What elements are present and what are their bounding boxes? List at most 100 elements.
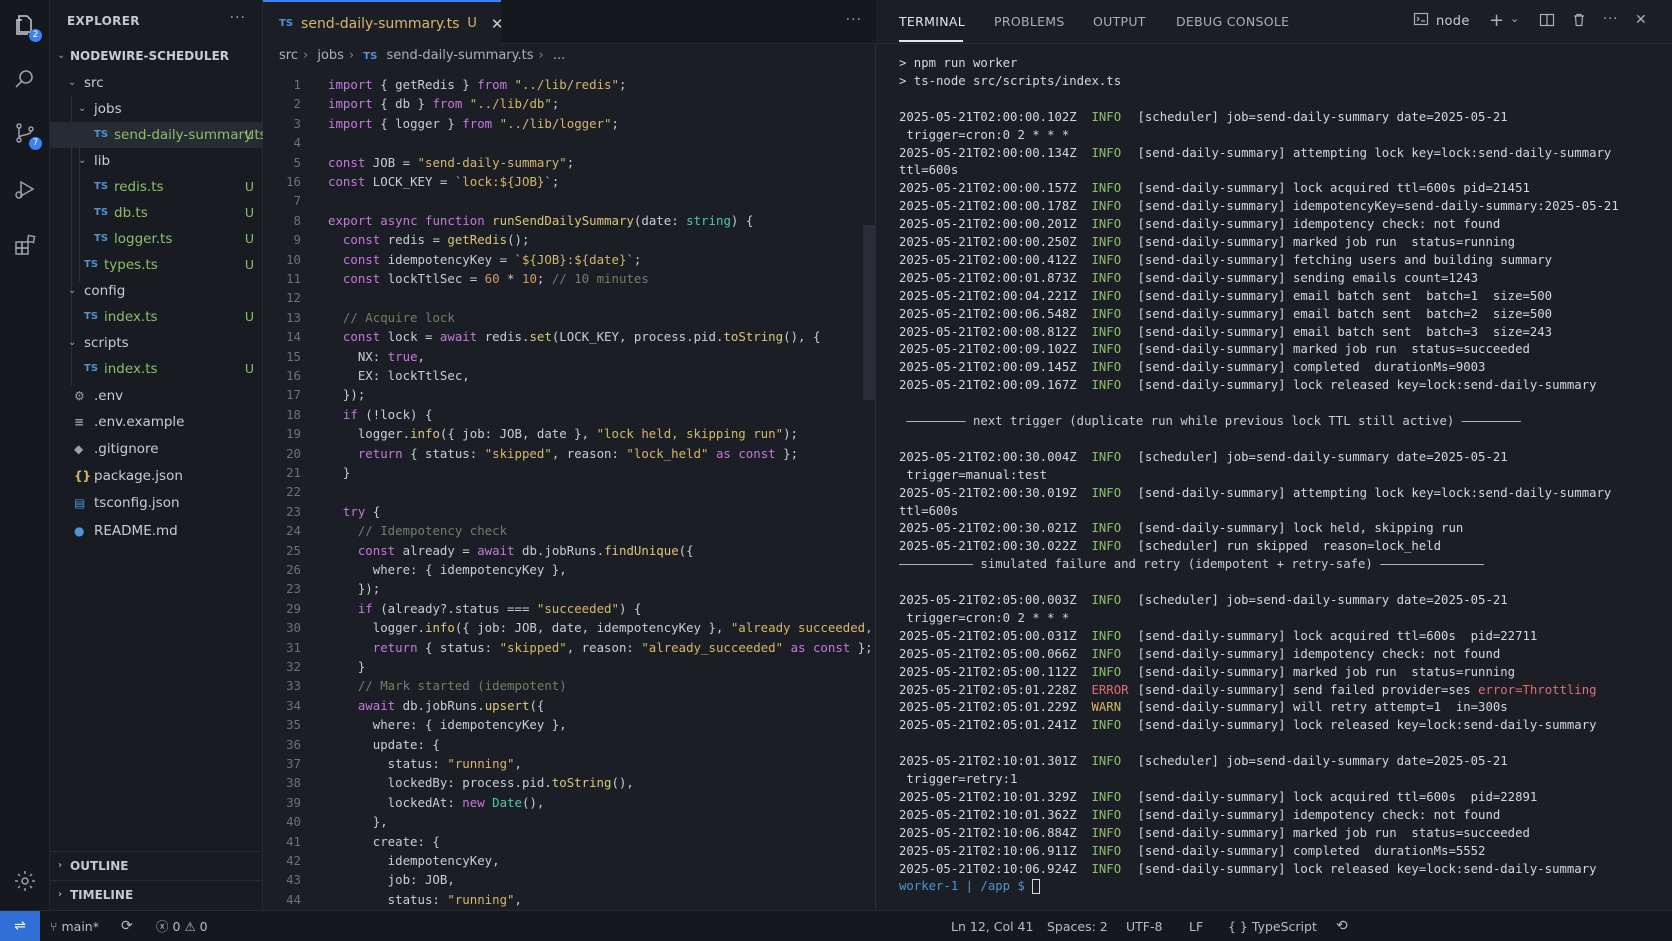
timeline-label: TIMELINE xyxy=(70,888,134,902)
line-number: 39 xyxy=(286,794,301,810)
code-line: 16 EX: lockTtlSec, xyxy=(263,366,875,385)
code-line: 43 job: JOB, xyxy=(263,870,875,889)
terminal-output[interactable]: > npm run worker > ts-node src/scripts/in… xyxy=(899,54,1669,910)
tree-item[interactable]: ⚙ .env xyxy=(50,383,262,409)
tab-problems[interactable]: PROBLEMS xyxy=(994,14,1065,29)
log-level: INFO xyxy=(1091,181,1122,196)
log-timestamp: 2025-05-21T02:10:01.301Z xyxy=(899,754,1077,769)
line-number: 13 xyxy=(286,309,301,325)
terminal-line: 2025-05-21T02:00:30.022Z INFO [scheduler]… xyxy=(899,537,1441,556)
end-of-line[interactable]: LF xyxy=(1189,911,1203,941)
log-level: INFO xyxy=(1091,199,1122,214)
explorer-icon[interactable]: 2 xyxy=(10,10,42,42)
tree-item[interactable]: TS redis.ts U xyxy=(50,174,262,200)
terminal-line: 2025-05-21T02:05:01.241Z INFO [send-daily… xyxy=(899,716,1597,735)
tree-item[interactable]: TS send-daily-summary.ts U xyxy=(50,122,267,148)
line-number: 16 xyxy=(286,174,301,189)
close-panel-icon[interactable]: ✕ xyxy=(1635,12,1647,28)
line-number: 14 xyxy=(286,329,301,345)
code-line: 40 }, xyxy=(263,812,875,831)
terminal-prompt[interactable]: worker-1 | /app $ xyxy=(899,877,1041,896)
log-level: INFO xyxy=(1091,843,1122,858)
editor-more-icon[interactable]: ··· xyxy=(846,12,862,28)
problems-indicator[interactable]: ⓧ 0 ⚠ 0 xyxy=(156,911,208,941)
code-line: 24 // Idempotency check xyxy=(263,521,875,540)
code-line: 12 xyxy=(263,288,875,307)
run-debug-icon[interactable] xyxy=(10,174,40,204)
tree-item[interactable]: ▤ tsconfig.json xyxy=(50,490,262,516)
cursor-position[interactable]: Ln 12, Col 41 xyxy=(951,911,1033,941)
line-content: // Acquire lock xyxy=(342,309,455,325)
tree-item[interactable]: ● README.md xyxy=(50,518,262,544)
terminal-line: 2025-05-21T02:00:30.019Z INFO [send-daily… xyxy=(899,484,1611,503)
terminal-cursor xyxy=(1032,879,1041,895)
tab-terminal[interactable]: TERMINAL xyxy=(899,14,965,29)
folder-name: jobs xyxy=(94,101,122,117)
tree-item[interactable]: TS index.ts U xyxy=(50,304,262,330)
tab-output[interactable]: OUTPUT xyxy=(1093,14,1146,29)
chevron-right-icon: › xyxy=(58,889,63,900)
line-number: 4 xyxy=(293,135,301,151)
line-content: logger.info({ job: JOB, date, idempotenc… xyxy=(328,620,873,636)
terminal-line: 2025-05-21T02:05:00.112Z INFO [send-daily… xyxy=(899,663,1515,682)
tree-item[interactable]: TS db.ts U xyxy=(50,200,262,226)
indentation[interactable]: Spaces: 2 xyxy=(1047,911,1108,941)
tree-item[interactable]: ⌄ lib xyxy=(50,148,262,174)
extensions-icon[interactable] xyxy=(10,230,40,260)
notifications-icon[interactable]: ⟲ xyxy=(1336,911,1348,941)
branch-indicator[interactable]: ⑂ main* xyxy=(50,911,99,941)
new-terminal-icon[interactable]: + xyxy=(1489,10,1504,31)
source-control-icon[interactable]: 7 xyxy=(10,118,42,150)
line-number: 24 xyxy=(286,523,301,539)
close-icon[interactable]: ✕ xyxy=(491,15,504,33)
breadcrumb-src[interactable]: src xyxy=(279,48,298,63)
encoding[interactable]: UTF-8 xyxy=(1126,911,1162,941)
code-line: 34 await db.jobRuns.upsert({ xyxy=(263,696,875,715)
editor-scrollbar[interactable] xyxy=(863,225,875,400)
tab-untracked-badge: U xyxy=(467,16,477,31)
tree-item[interactable]: TS types.ts U xyxy=(50,252,262,278)
tree-item[interactable]: ⌄ config xyxy=(50,278,262,304)
terminal-line: 2025-05-21T02:00:00.412Z INFO [send-daily… xyxy=(899,251,1552,270)
tab-send-daily-summary[interactable]: TS send-daily-summary.ts U ✕ xyxy=(263,0,504,45)
line-number: 16 xyxy=(286,368,301,383)
log-level: INFO xyxy=(1091,324,1122,339)
panel-more-icon[interactable]: ··· xyxy=(1603,12,1618,27)
shell-name[interactable]: node xyxy=(1436,14,1470,29)
search-icon[interactable] xyxy=(10,64,40,94)
typescript-file-icon: TS xyxy=(84,363,99,374)
tree-item[interactable]: ≡ .env.example xyxy=(50,409,262,435)
trash-icon[interactable] xyxy=(1571,12,1587,32)
tree-item[interactable]: ⌄ jobs xyxy=(50,96,262,122)
outline-section[interactable]: › OUTLINE xyxy=(50,851,262,879)
settings-gear-icon[interactable] xyxy=(10,866,40,896)
breadcrumb-jobs[interactable]: jobs xyxy=(317,48,344,63)
remote-indicator-icon[interactable]: ⇌ xyxy=(0,911,40,941)
tree-item[interactable]: ⌄ src xyxy=(50,70,262,96)
breadcrumb-file[interactable]: send-daily-summary.ts xyxy=(386,48,533,63)
tree-item[interactable]: ◆ .gitignore xyxy=(50,436,262,462)
log-timestamp: 2025-05-21T02:10:01.329Z xyxy=(899,789,1077,804)
terminal-line: 2025-05-21T02:00:00.134Z INFO [send-daily… xyxy=(899,144,1611,163)
split-terminal-icon[interactable] xyxy=(1539,12,1555,32)
file-name: send-daily-summary.ts xyxy=(114,127,267,143)
breadcrumb-symbol[interactable]: ... xyxy=(553,48,565,63)
timeline-section[interactable]: › TIMELINE xyxy=(50,880,262,908)
language-label: TypeScript xyxy=(1251,919,1317,934)
code-editor[interactable]: 1 import { getRedis } from "../lib/redis"… xyxy=(263,73,875,909)
line-number: 35 xyxy=(286,717,301,733)
chevron-down-icon[interactable]: ⌄ xyxy=(1510,12,1519,25)
sync-icon[interactable]: ⟳ xyxy=(121,911,133,941)
tab-debug-console[interactable]: DEBUG CONSOLE xyxy=(1176,14,1289,29)
tree-item[interactable]: TS logger.ts U xyxy=(50,226,262,252)
tree-item[interactable]: {} package.json xyxy=(50,463,262,489)
line-number: 41 xyxy=(286,833,301,849)
log-message: [send-daily-summary] marked job run stat… xyxy=(1137,342,1530,357)
tree-item[interactable]: TS index.ts U xyxy=(50,356,262,382)
project-root[interactable]: ⌄ NODEWIRE-SCHEDULER xyxy=(50,43,262,69)
terminal-shell-icon[interactable] xyxy=(1413,11,1429,31)
tree-item[interactable]: ⌄ scripts xyxy=(50,330,262,356)
code-line: 14 const lock = await redis.set(LOCK_KEY… xyxy=(263,327,875,346)
language-mode[interactable]: { } TypeScript xyxy=(1228,911,1317,941)
explorer-more-icon[interactable]: ··· xyxy=(230,10,246,26)
